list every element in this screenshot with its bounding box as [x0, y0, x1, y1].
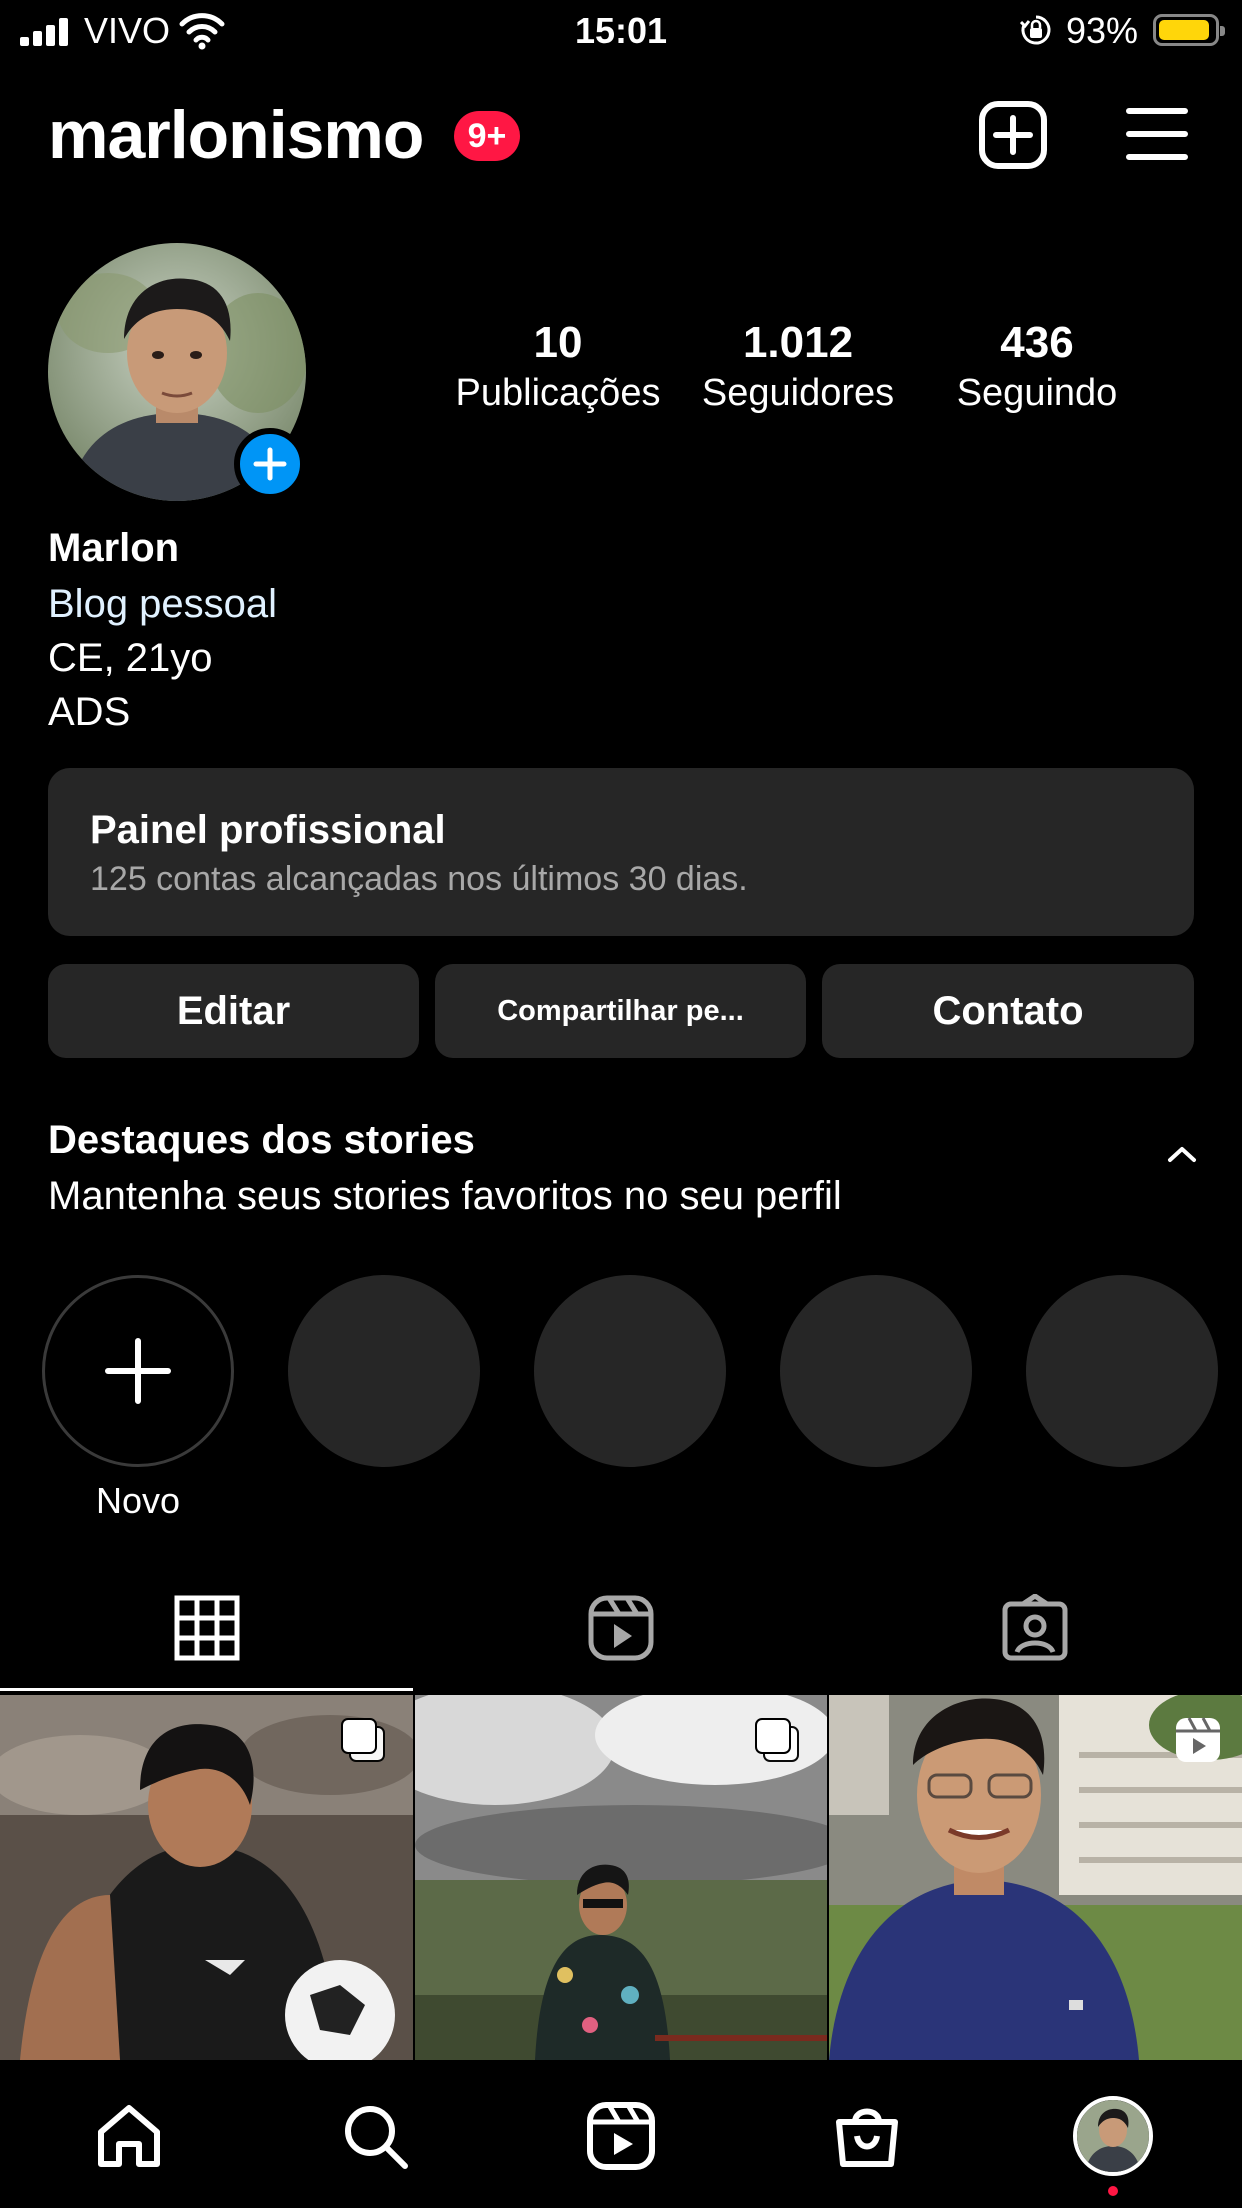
battery-percent: 93%: [1066, 10, 1139, 51]
status-bar: VIVO 15:01 93%: [0, 0, 1242, 62]
stat-followers[interactable]: 1.012 Seguidores: [683, 318, 913, 415]
battery-icon: [1153, 14, 1225, 46]
profile-category[interactable]: Blog pessoal: [48, 582, 277, 627]
highlights-subtitle: Mantenha seus stories favoritos no seu p…: [48, 1174, 842, 1218]
highlight-placeholder: [780, 1275, 972, 1467]
new-post-icon[interactable]: [978, 100, 1048, 170]
carousel-icon: [341, 1718, 385, 1762]
add-story-button[interactable]: [234, 428, 306, 500]
profile-username[interactable]: marlonismo: [48, 96, 424, 174]
clock: 15:01: [574, 10, 668, 51]
edit-profile-button[interactable]: Editar: [48, 964, 419, 1058]
stat-label: Seguindo: [956, 372, 1118, 414]
stat-value: 436: [1000, 318, 1074, 367]
menu-icon[interactable]: [1126, 106, 1188, 162]
plus-icon: [105, 1338, 171, 1404]
panel-subtitle: 125 contas alcançadas nos últimos 30 dia…: [90, 860, 748, 898]
orientation-lock-icon: [1020, 15, 1051, 45]
highlight-placeholder: [534, 1275, 726, 1467]
search-icon[interactable]: [339, 2100, 411, 2172]
notification-dot: [1108, 2186, 1118, 2196]
stat-posts[interactable]: 10 Publicações: [443, 318, 673, 415]
active-tab-indicator: [0, 1688, 413, 1691]
post-thumbnail[interactable]: [0, 1695, 413, 2060]
bio-line: ADS: [48, 690, 131, 734]
stat-label: Publicações: [455, 372, 661, 414]
reels-tab-icon[interactable]: [587, 1594, 655, 1662]
bio-line: CE, 21yo: [48, 636, 213, 680]
share-profile-button[interactable]: Compartilhar pe...: [435, 964, 806, 1058]
profile-tab-avatar[interactable]: [1073, 2096, 1153, 2176]
stat-label: Seguidores: [701, 372, 895, 414]
reels-icon: [1176, 1717, 1220, 1762]
highlights-title: Destaques dos stories: [48, 1118, 475, 1162]
professional-dashboard-card[interactable]: Painel profissional 125 contas alcançada…: [48, 768, 1194, 936]
new-highlight-button[interactable]: [42, 1275, 234, 1467]
highlight-placeholder: [288, 1275, 480, 1467]
battery-level: [1159, 20, 1209, 40]
profile-name: Marlon: [48, 526, 180, 570]
reels-nav-icon[interactable]: [585, 2100, 657, 2172]
home-icon[interactable]: [93, 2100, 165, 2172]
stat-following[interactable]: 436 Seguindo: [922, 318, 1152, 415]
stat-value: 10: [533, 318, 583, 367]
stat-value: 1.012: [742, 318, 854, 367]
shop-icon[interactable]: [831, 2100, 903, 2172]
carousel-icon: [755, 1718, 799, 1762]
notification-badge[interactable]: 9+: [454, 111, 520, 161]
tagged-icon[interactable]: [1001, 1594, 1069, 1662]
highlight-placeholder: [1026, 1275, 1218, 1467]
chevron-up-icon[interactable]: [1164, 1142, 1200, 1166]
post-thumbnail[interactable]: [415, 1695, 827, 2060]
contact-button[interactable]: Contato: [822, 964, 1194, 1058]
new-highlight-label: Novo: [95, 1480, 181, 1521]
grid-icon[interactable]: [173, 1594, 241, 1662]
post-thumbnail[interactable]: [829, 1695, 1242, 2060]
panel-title: Painel profissional: [90, 808, 446, 852]
